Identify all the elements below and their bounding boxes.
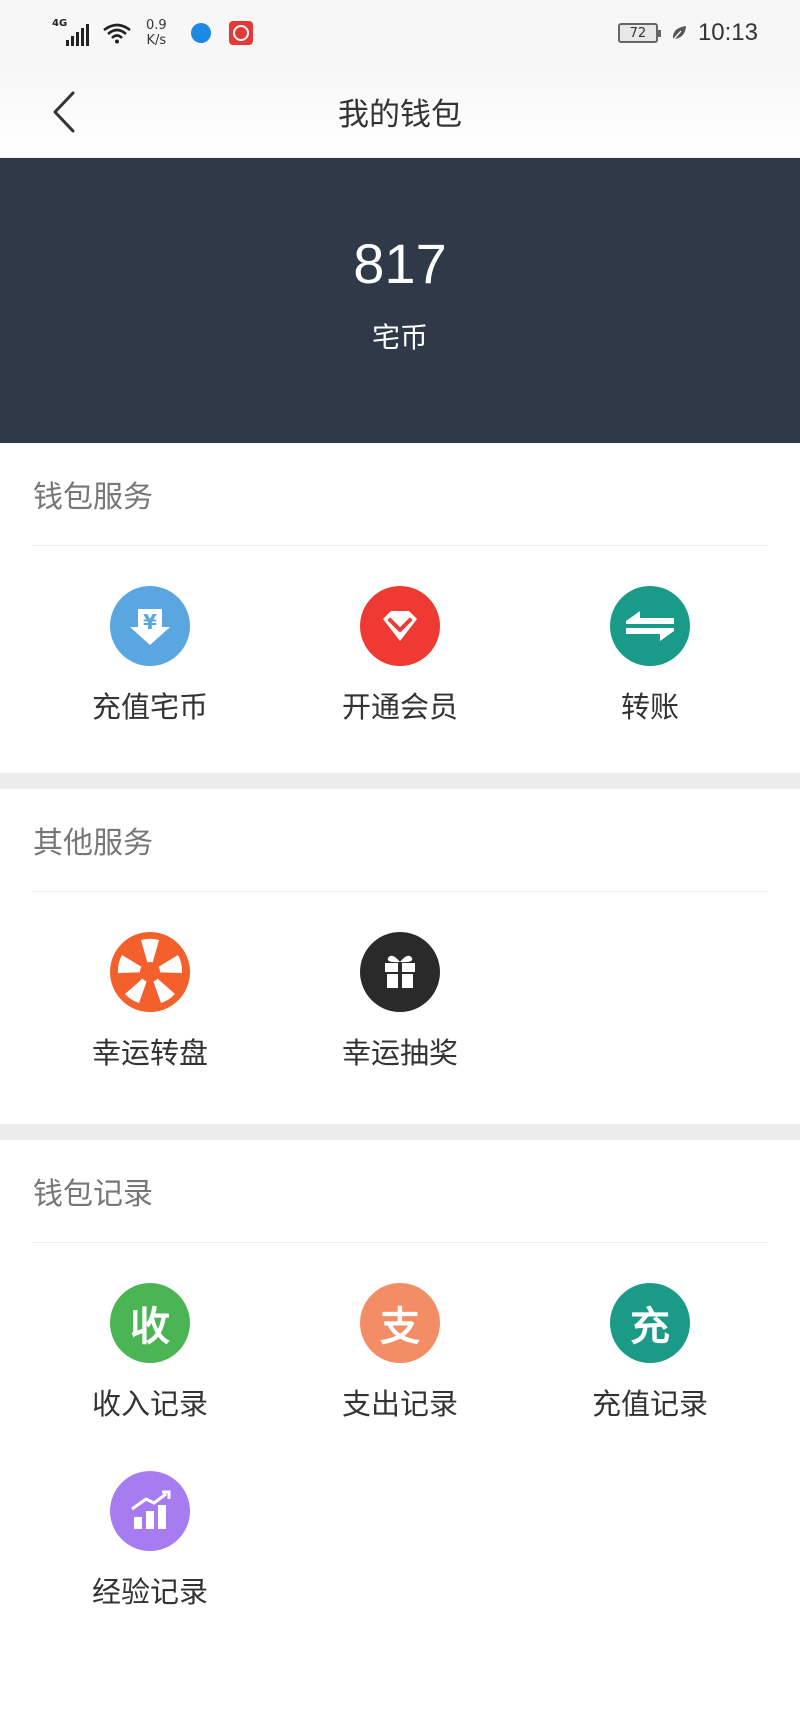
speed-unit: K/s (146, 33, 167, 48)
section-title: 其他服务 (33, 826, 153, 861)
experience-chart-icon (110, 1471, 190, 1551)
yen-download-icon: ¥ (110, 586, 190, 666)
recharge-records-button[interactable]: 充 充值记录 (525, 1283, 775, 1423)
network-type: 4G (52, 18, 68, 29)
expense-icon: 支 (360, 1283, 440, 1363)
expense-glyph: 支 (380, 1304, 420, 1350)
wifi-icon (103, 23, 131, 44)
section-title: 钱包记录 (33, 1177, 153, 1212)
open-membership-button[interactable]: 开通会员 (275, 586, 525, 726)
grid-item-label: 开通会员 (341, 690, 458, 724)
wallet-records-section: 钱包记录 收 收入记录 支 支出记录 充 充值记录 经验记录 (0, 1140, 800, 1733)
income-icon: 收 (110, 1283, 190, 1363)
income-records-button[interactable]: 收 收入记录 (25, 1283, 275, 1423)
network-speed: 0.9 K/s (146, 18, 167, 48)
balance-value: 817 (353, 232, 447, 295)
grid-item-label: 转账 (620, 690, 679, 724)
transfer-arrows-icon (610, 586, 690, 666)
other-services-section: 其他服务 幸运转盘 幸运抽奖 (0, 789, 800, 1124)
cellular-signal-icon: 4G (52, 18, 92, 48)
recharge-glyph: 充 (630, 1304, 670, 1350)
speed-value: 0.9 (146, 18, 167, 33)
clock: 10:13 (697, 19, 758, 46)
navigation-bar: 我的钱包 (0, 66, 800, 158)
status-left: 4G 0.9 K/s (52, 18, 253, 48)
svg-text:¥: ¥ (143, 610, 157, 634)
wallet-services-section: 钱包服务 ¥ 充值宅币 开通会员 转账 (0, 443, 800, 773)
gift-icon (360, 932, 440, 1012)
balance-panel: 817 宅币 (0, 158, 800, 443)
grid-item-label: 经验记录 (91, 1575, 208, 1609)
page-title: 我的钱包 (338, 97, 462, 133)
lucky-wheel-button[interactable]: 幸运转盘 (25, 932, 275, 1072)
income-glyph: 收 (130, 1304, 170, 1350)
grid-item-label: 充值记录 (591, 1387, 708, 1421)
app-notification-icon (190, 23, 211, 43)
status-right: 72 10:13 (617, 19, 758, 47)
vip-diamond-icon (360, 586, 440, 666)
status-bar: 4G 0.9 K/s 72 10:13 (0, 0, 800, 66)
grid-item-label: 幸运抽奖 (341, 1036, 458, 1070)
music-app-notification-icon (228, 21, 253, 45)
grid-item-label: 充值宅币 (91, 690, 208, 724)
transfer-button[interactable]: 转账 (525, 586, 775, 726)
battery-level: 72 (629, 25, 647, 41)
recharge-coins-button[interactable]: ¥ 充值宅币 (25, 586, 275, 726)
chevron-left-icon (53, 91, 75, 133)
section-gap (0, 773, 800, 789)
lucky-wheel-icon (110, 932, 190, 1012)
grid-item-label: 收入记录 (91, 1387, 208, 1421)
balance-unit: 宅币 (371, 321, 428, 354)
expense-records-button[interactable]: 支 支出记录 (275, 1283, 525, 1423)
experience-records-button[interactable]: 经验记录 (25, 1471, 275, 1611)
power-saving-leaf-icon (672, 26, 686, 41)
battery-icon: 72 (617, 23, 661, 43)
lucky-draw-button[interactable]: 幸运抽奖 (275, 932, 525, 1072)
recharge-icon: 充 (610, 1283, 690, 1363)
grid-item-label: 支出记录 (341, 1387, 458, 1421)
section-title: 钱包服务 (33, 480, 153, 515)
back-button[interactable] (40, 88, 88, 136)
section-gap (0, 1124, 800, 1140)
grid-item-label: 幸运转盘 (91, 1036, 208, 1070)
